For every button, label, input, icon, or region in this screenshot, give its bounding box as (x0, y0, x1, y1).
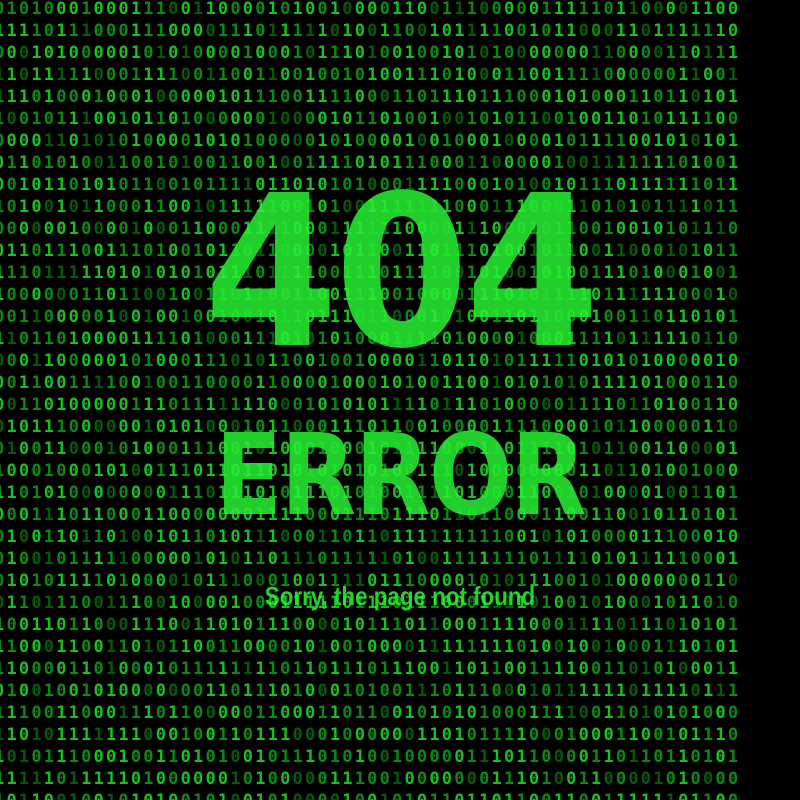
error-code: 404 (203, 150, 600, 395)
error-message-block: 404 ERROR Sorry, the page not found (0, 0, 800, 800)
error-page: 0101000100011100110000101001000011001110… (0, 0, 800, 800)
error-description: Sorry, the page not found (264, 581, 536, 611)
error-title: ERROR (214, 411, 587, 541)
